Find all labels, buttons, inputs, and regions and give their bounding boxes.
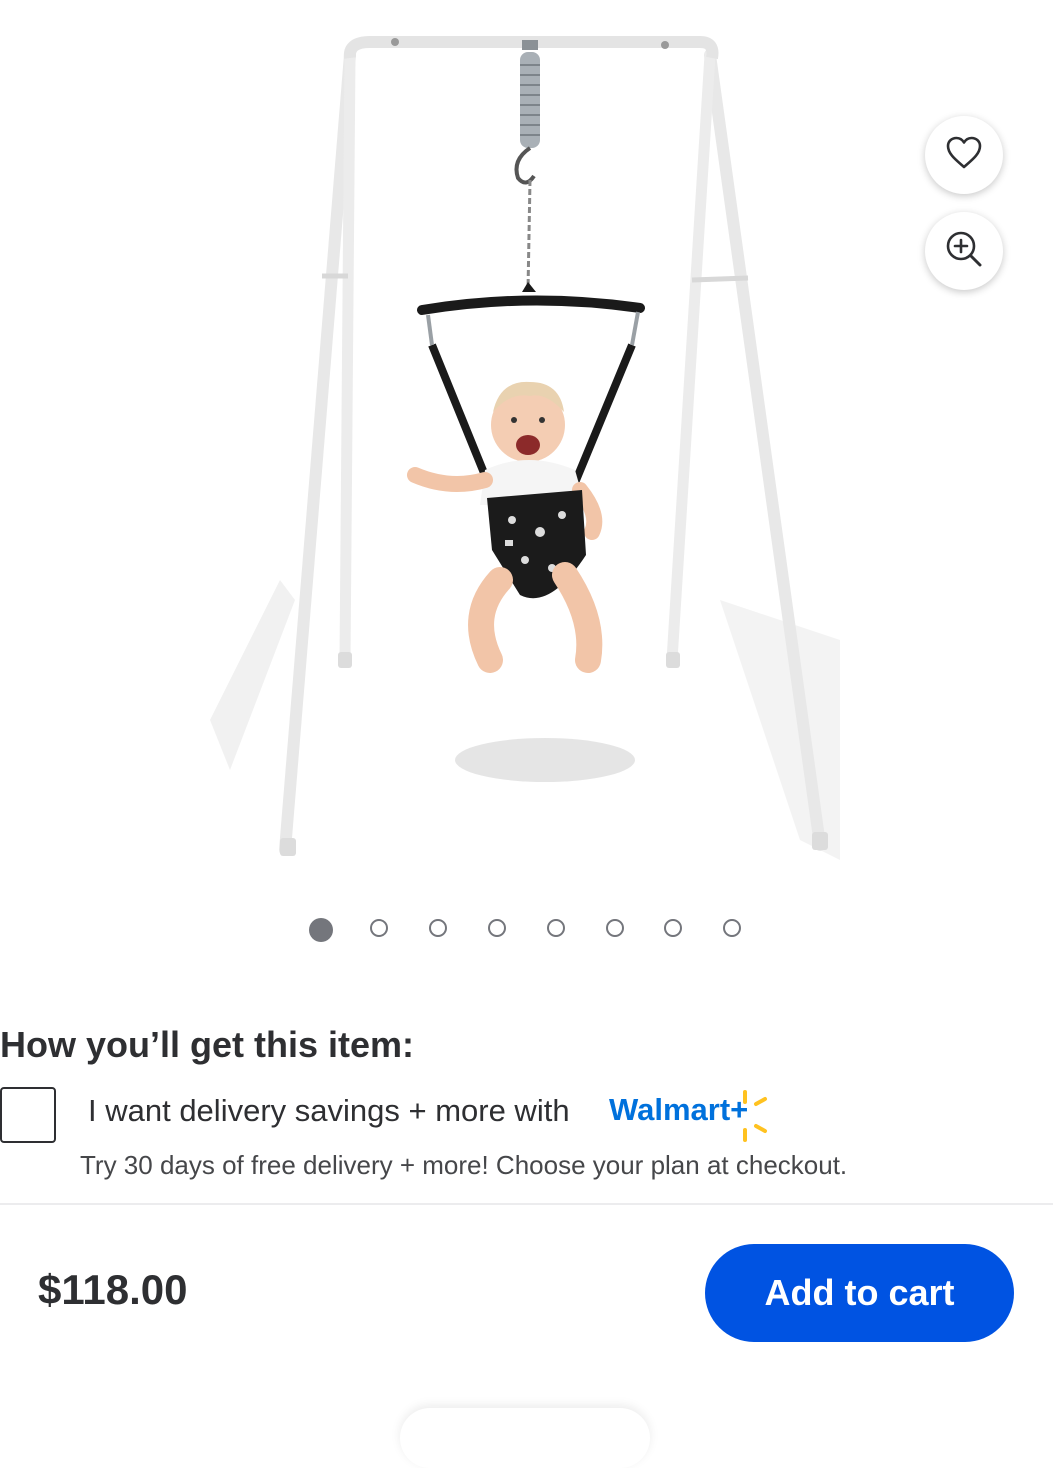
add-to-cart-button[interactable]: Add to cart [705,1244,1014,1342]
carousel-dot-8[interactable] [723,919,741,937]
image-carousel-indicator [0,918,1053,943]
heart-icon [946,136,982,175]
walmart-plus-checkbox[interactable] [0,1087,56,1143]
carousel-dot-6[interactable] [606,919,624,937]
favorite-button[interactable] [925,116,1003,194]
delivery-section-title: How you’ll get this item: [0,1024,415,1065]
zoom-in-icon [945,230,983,273]
carousel-dot-3[interactable] [429,919,447,937]
walmart-plus-brand: Walmart+ [609,1092,749,1127]
zoom-button[interactable] [925,212,1003,290]
carousel-dot-1[interactable] [309,918,333,942]
carousel-dot-5[interactable] [547,919,565,937]
delivery-offer-subtext: Try 30 days of free delivery + more! Cho… [80,1150,848,1180]
carousel-dot-7[interactable] [664,919,682,937]
carousel-dot-4[interactable] [488,919,506,937]
bottom-sheet-handle[interactable] [400,1408,650,1468]
delivery-offer-text: I want delivery savings + more with [88,1093,570,1128]
carousel-dot-2[interactable] [370,919,388,937]
product-price: $118.00 [38,1266,188,1313]
walmart-spark-icon [738,1088,772,1149]
section-divider [0,1203,1053,1205]
product-image[interactable] [200,20,860,880]
